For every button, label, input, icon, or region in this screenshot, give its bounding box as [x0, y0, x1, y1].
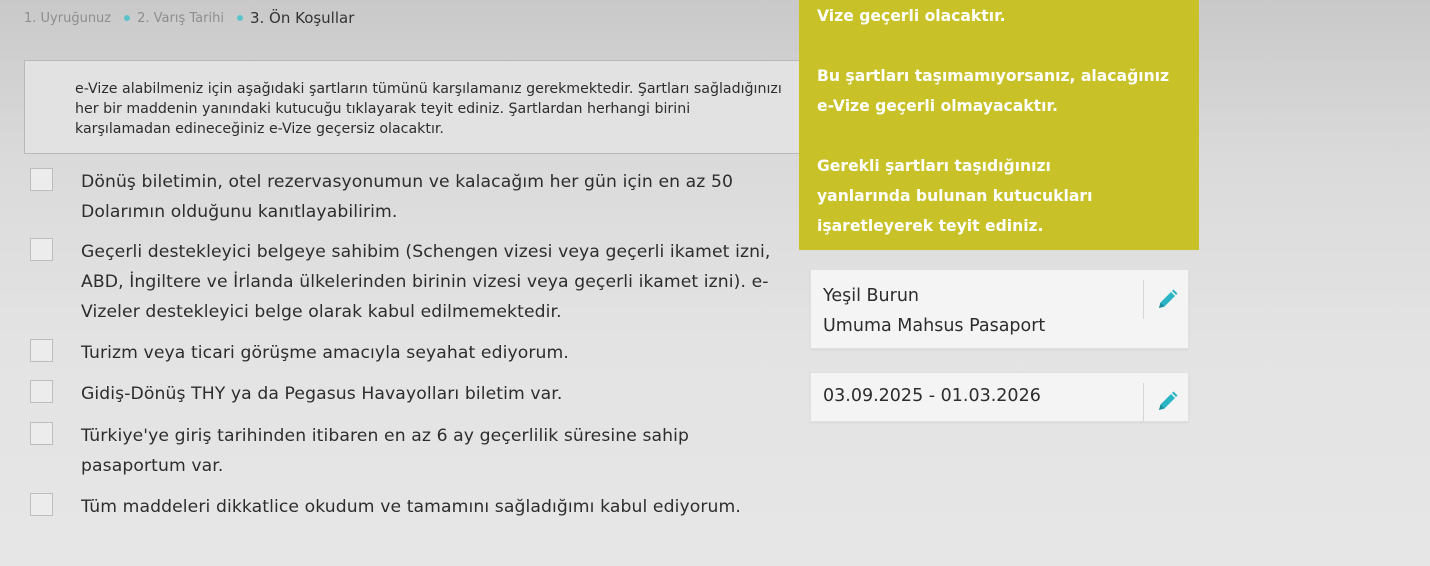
nationality-summary: Yeşil Burun Umuma Mahsus Pasaport	[811, 270, 1188, 341]
checklist-item[interactable]: Türkiye'ye giriş tarihinden itibaren en …	[30, 421, 790, 481]
requirements-notice: e-Vize alabilmeniz için aşağıdaki şartla…	[24, 60, 805, 154]
notice-text: e-Vize alabilmeniz için aşağıdaki şartla…	[75, 81, 782, 137]
step-arrival-date[interactable]: 2. Varış Tarihi	[111, 11, 224, 26]
checklist-item[interactable]: Turizm veya ticari görüşme amacıyla seya…	[30, 338, 790, 368]
nationality-summary-card: Yeşil Burun Umuma Mahsus Pasaport	[810, 269, 1189, 349]
pencil-icon	[1159, 391, 1178, 410]
checklist-item-label: Dönüş biletimin, otel rezervasyonumun ve…	[81, 172, 734, 222]
checklist-item[interactable]: Tüm maddeleri dikkatlice okudum ve tamam…	[30, 492, 790, 522]
checklist-item[interactable]: Dönüş biletimin, otel rezervasyonumun ve…	[30, 167, 790, 227]
checklist-item-label: Tüm maddeleri dikkatlice okudum ve tamam…	[81, 497, 741, 517]
step-dot-icon	[236, 15, 243, 21]
step-preconditions[interactable]: 3. Ön Koşullar	[224, 9, 354, 27]
checklist-item-label: Gidiş-Dönüş THY ya da Pegasus Havayollar…	[81, 384, 563, 404]
checkbox[interactable]	[30, 422, 53, 445]
info-paragraph: Gerekli şartları taşıdığınızı yanlarında…	[817, 157, 1093, 235]
divider	[1143, 280, 1144, 319]
divider	[1143, 383, 1144, 422]
checkbox[interactable]	[30, 339, 53, 362]
country-name: Yeşil Burun	[823, 286, 920, 306]
checkbox[interactable]	[30, 493, 53, 516]
checklist-item-label: Turizm veya ticari görüşme amacıyla seya…	[81, 343, 569, 363]
checklist-item-label: Geçerli destekleyici belgeye sahibim (Sc…	[81, 242, 771, 322]
edit-nationality-button[interactable]	[1153, 284, 1183, 314]
checklist-item[interactable]: Geçerli destekleyici belgeye sahibim (Sc…	[30, 237, 790, 327]
passport-type: Umuma Mahsus Pasaport	[823, 316, 1046, 336]
step-label: 3. Ön Koşullar	[249, 9, 355, 27]
pencil-icon	[1159, 289, 1178, 308]
date-range: 03.09.2025 - 01.03.2026	[823, 386, 1041, 406]
step-label: 1. Uyruğunuz	[24, 10, 112, 26]
step-label: 2. Varış Tarihi	[137, 10, 224, 26]
checkbox[interactable]	[30, 380, 53, 403]
info-paragraph: Bu şartları taşımamıyorsanız, alacağınız…	[817, 67, 1170, 115]
date-summary-card: 03.09.2025 - 01.03.2026	[810, 372, 1189, 422]
checkbox[interactable]	[30, 238, 53, 261]
checklist-item[interactable]: Gidiş-Dönüş THY ya da Pegasus Havayollar…	[30, 379, 790, 409]
step-nationality[interactable]: 1. Uyruğunuz	[24, 11, 111, 26]
step-dot-icon	[124, 15, 131, 21]
info-panel: Vize geçerli olacaktır. Bu şartları taşı…	[799, 0, 1199, 250]
breadcrumb: 1. Uyruğunuz 2. Varış Tarihi 3. Ön Koşul…	[24, 9, 354, 27]
checklist-item-label: Türkiye'ye giriş tarihinden itibaren en …	[81, 426, 690, 476]
info-paragraph: Vize geçerli olacaktır.	[817, 7, 1006, 25]
checkbox[interactable]	[30, 168, 53, 191]
edit-dates-button[interactable]	[1153, 386, 1183, 416]
